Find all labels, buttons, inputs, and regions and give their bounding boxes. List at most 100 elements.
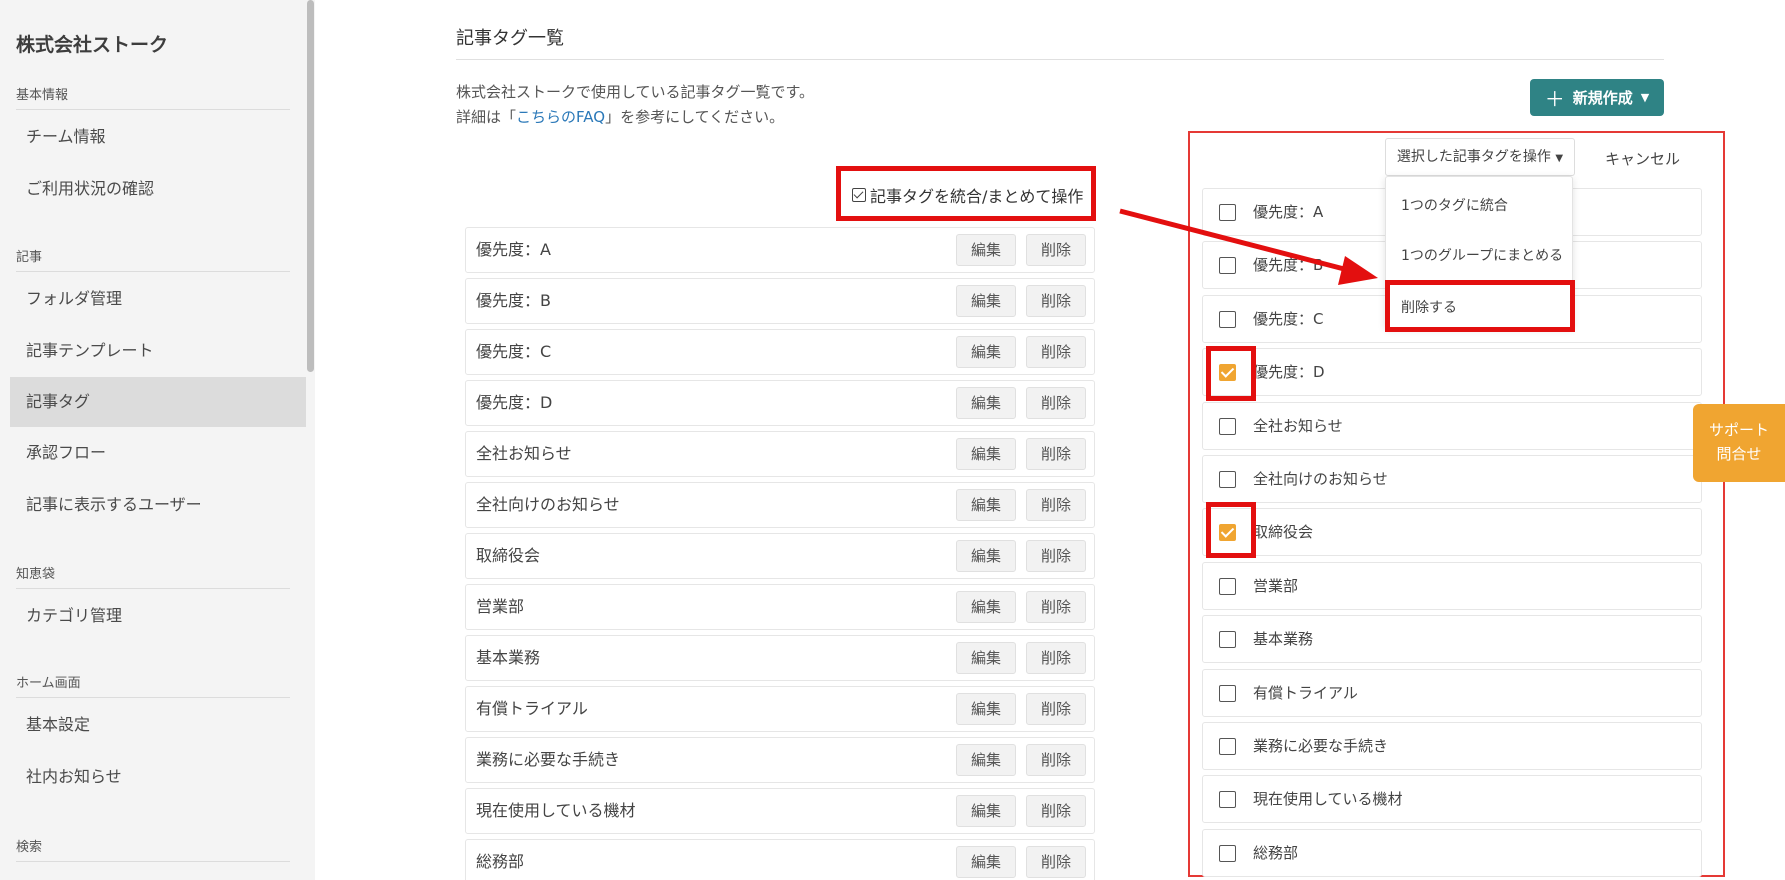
tag-row: 業務に必要な手続き 編集 削除 <box>465 737 1095 783</box>
tag-name: 有償トライアル <box>476 699 588 718</box>
cancel-link[interactable]: キャンセル <box>1605 148 1680 169</box>
plus-icon: ＋ <box>1544 87 1565 111</box>
sidebar-item-usage[interactable]: ご利用状況の確認 <box>10 164 306 214</box>
tag-name: 優先度：D <box>476 393 553 412</box>
delete-button[interactable]: 削除 <box>1026 693 1086 725</box>
edit-button[interactable]: 編集 <box>956 285 1016 317</box>
tag-checkbox[interactable] <box>1219 257 1236 275</box>
tag-checkbox[interactable] <box>1219 310 1236 328</box>
tag-name: 業務に必要な手続き <box>476 750 621 769</box>
bulk-tag-name: 総務部 <box>1253 843 1299 862</box>
sidebar-item-approval-flow[interactable]: 承認フロー <box>10 428 306 478</box>
operate-selected-dropdown[interactable]: 選択した記事タグを操作 ▼ <box>1385 138 1575 176</box>
tag-checkbox[interactable] <box>1219 684 1236 702</box>
new-create-label: 新規作成 <box>1572 89 1633 107</box>
tag-checkbox[interactable] <box>1219 417 1236 435</box>
menu-item-merge-into-one[interactable]: 1つのタグに統合 <box>1401 195 1508 215</box>
title-divider <box>456 59 1664 60</box>
description-line-1: 株式会社ストークで使用している記事タグ一覧です。 <box>456 83 815 101</box>
bulk-tag-row: 基本業務 <box>1202 615 1702 664</box>
support-contact-tab[interactable]: サポート 問合せ <box>1693 404 1785 482</box>
page-title: 記事タグ一覧 <box>456 28 564 49</box>
tag-checkbox[interactable] <box>1219 791 1236 809</box>
new-create-button[interactable]: ＋ 新規作成 ▼ <box>1530 79 1664 116</box>
tag-row: 優先度：B 編集 削除 <box>465 278 1095 324</box>
edit-button[interactable]: 編集 <box>956 234 1016 266</box>
delete-button[interactable]: 削除 <box>1026 438 1086 470</box>
delete-button[interactable]: 削除 <box>1026 234 1086 266</box>
sidebar: 株式会社ストーク 基本情報 チーム情報 ご利用状況の確認 記事 フォルダ管理 記… <box>0 0 315 880</box>
caret-down-icon: ▼ <box>1555 153 1564 164</box>
tag-row: 全社お知らせ 編集 削除 <box>465 431 1095 477</box>
tag-checkbox[interactable] <box>1219 204 1236 221</box>
delete-button[interactable]: 削除 <box>1026 591 1086 623</box>
delete-button[interactable]: 削除 <box>1026 489 1086 521</box>
highlight-merge-link <box>836 166 1096 221</box>
sidebar-item-templates[interactable]: 記事テンプレート <box>10 326 306 376</box>
tag-checkbox[interactable] <box>1219 738 1236 755</box>
highlight-delete-menu-item <box>1385 280 1575 332</box>
tag-row: 基本業務 編集 削除 <box>465 635 1095 681</box>
tag-name: 優先度：A <box>476 240 551 259</box>
edit-button[interactable]: 編集 <box>956 591 1016 623</box>
tag-row: 有償トライアル 編集 削除 <box>465 686 1095 732</box>
tag-name: 全社お知らせ <box>476 444 572 463</box>
sidebar-scrollbar[interactable] <box>307 0 314 372</box>
edit-button[interactable]: 編集 <box>956 336 1016 368</box>
tag-checkbox[interactable] <box>1219 471 1236 488</box>
delete-button[interactable]: 削除 <box>1026 540 1086 572</box>
tag-checkbox[interactable] <box>1219 631 1236 649</box>
delete-button[interactable]: 削除 <box>1026 285 1086 317</box>
edit-button[interactable]: 編集 <box>956 540 1016 572</box>
bulk-tag-row: 全社向けのお知らせ <box>1202 455 1702 503</box>
edit-button[interactable]: 編集 <box>956 387 1016 419</box>
delete-button[interactable]: 削除 <box>1026 744 1086 776</box>
tag-name: 総務部 <box>476 852 525 871</box>
tag-row: 優先度：C 編集 削除 <box>465 329 1095 375</box>
highlight-checkbox-d <box>1206 346 1256 401</box>
edit-button[interactable]: 編集 <box>956 744 1016 776</box>
bulk-tag-name: 優先度：D <box>1253 363 1325 382</box>
bulk-tag-name: 基本業務 <box>1253 630 1314 649</box>
edit-button[interactable]: 編集 <box>956 438 1016 470</box>
sidebar-item-folders[interactable]: フォルダ管理 <box>10 274 306 324</box>
tag-row: 優先度：D 編集 削除 <box>465 380 1095 426</box>
tag-row: 営業部 編集 削除 <box>465 584 1095 630</box>
contact-label: 問合せ <box>1716 445 1762 463</box>
delete-button[interactable]: 削除 <box>1026 336 1086 368</box>
brand-name: 株式会社ストーク <box>16 34 169 56</box>
sidebar-item-announcements[interactable]: 社内お知らせ <box>10 752 306 802</box>
sidebar-section-search: 検索 <box>16 836 290 862</box>
menu-item-group-into-one[interactable]: 1つのグループにまとめる <box>1401 245 1563 265</box>
caret-down-icon: ▼ <box>1640 91 1650 104</box>
faq-link[interactable]: こちらのFAQ <box>516 108 605 126</box>
tag-row: 取締役会 編集 削除 <box>465 533 1095 579</box>
desc-prefix: 詳細は「 <box>456 108 517 126</box>
tag-checkbox[interactable] <box>1219 577 1236 595</box>
delete-button[interactable]: 削除 <box>1026 795 1086 827</box>
edit-button[interactable]: 編集 <box>956 795 1016 827</box>
tag-checkbox[interactable] <box>1219 844 1236 862</box>
support-label: サポート <box>1708 421 1769 439</box>
tag-row: 現在使用している機材 編集 削除 <box>465 788 1095 834</box>
sidebar-item-team-info[interactable]: チーム情報 <box>10 112 306 162</box>
bulk-tag-name: 取締役会 <box>1253 523 1314 542</box>
sidebar-item-categories[interactable]: カテゴリ管理 <box>10 591 306 641</box>
edit-button[interactable]: 編集 <box>956 693 1016 725</box>
sidebar-item-display-users[interactable]: 記事に表示するユーザー <box>10 480 306 530</box>
tag-row: 全社向けのお知らせ 編集 削除 <box>465 482 1095 528</box>
bulk-tag-row: 優先度：D <box>1202 348 1702 397</box>
delete-button[interactable]: 削除 <box>1026 642 1086 674</box>
edit-button[interactable]: 編集 <box>956 846 1016 878</box>
bulk-tag-name: 全社お知らせ <box>1253 416 1343 435</box>
edit-button[interactable]: 編集 <box>956 489 1016 521</box>
delete-button[interactable]: 削除 <box>1026 387 1086 419</box>
tag-name: 基本業務 <box>476 648 541 667</box>
tag-name: 取締役会 <box>476 546 541 565</box>
bulk-tag-row: 全社お知らせ <box>1202 401 1702 450</box>
sidebar-item-article-tags[interactable]: 記事タグ <box>10 377 306 427</box>
delete-button[interactable]: 削除 <box>1026 846 1086 878</box>
sidebar-item-basic-settings[interactable]: 基本設定 <box>10 700 306 750</box>
tag-row: 総務部 編集 削除 <box>465 839 1095 880</box>
edit-button[interactable]: 編集 <box>956 642 1016 674</box>
